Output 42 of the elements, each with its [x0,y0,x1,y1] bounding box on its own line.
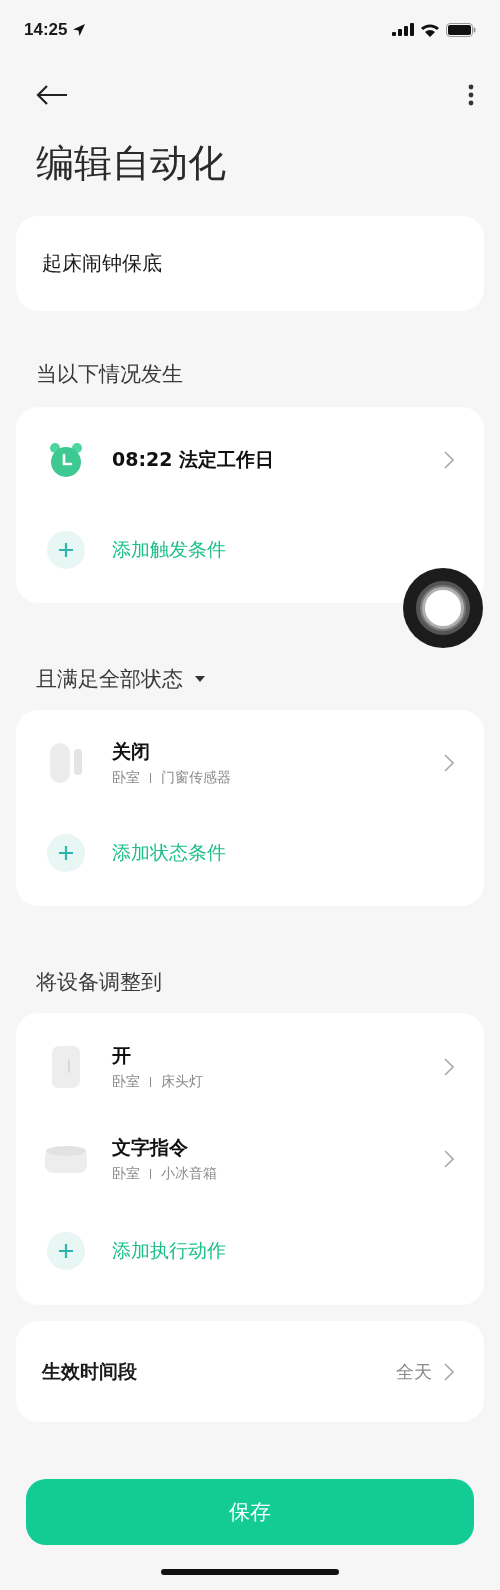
section-heading: 且满足全部状态 [36,666,183,693]
plus-icon [58,542,74,558]
plus-icon [58,845,74,861]
alarm-clock-icon [48,442,84,478]
device-state: 开 [112,1043,132,1068]
status-time: 14:25 [24,20,68,40]
name-field[interactable]: 起床闹钟保底 [16,216,484,311]
plus-icon [58,1243,74,1259]
location-arrow-icon [72,23,87,37]
device-row[interactable]: 关闭 卧室 门窗传感器 [16,718,484,808]
chevron-right-icon [444,451,454,469]
period-value: 全天 [396,1359,432,1384]
more-menu-button[interactable] [468,84,474,106]
trigger-title: 08:22 法定工作日 [112,447,276,472]
back-button[interactable] [36,84,68,106]
lamp-icon [51,1045,81,1089]
device-state: 文字指令 [112,1135,189,1160]
section-heading: 将设备调整到 [36,969,162,996]
chevron-right-icon [444,1150,454,1168]
dropdown-caret-icon[interactable] [195,676,205,682]
section-heading: 当以下情况发生 [36,361,183,388]
trigger-row[interactable]: 08:22 法定工作日 [16,415,484,505]
device-row[interactable]: 文字指令 卧室 小冰音箱 [16,1113,484,1205]
chevron-right-icon [444,1362,454,1381]
chevron-right-icon [444,1058,454,1076]
battery-icon [446,23,476,37]
device-label: 小冰音箱 [161,1165,217,1183]
device-label: 门窗传感器 [161,769,231,787]
wifi-icon [420,23,440,37]
room-label: 卧室 [112,769,140,787]
door-sensor-icon [48,742,84,784]
device-label: 床头灯 [161,1073,203,1091]
device-row[interactable]: 开 卧室 床头灯 [16,1021,484,1113]
period-row[interactable]: 生效时间段 全天 [16,1321,484,1422]
room-label: 卧室 [112,1073,140,1091]
signal-icon [392,23,414,37]
device-state: 关闭 [112,739,151,764]
page-title: 编辑自动化 [35,140,227,187]
speaker-icon [44,1144,88,1174]
period-label: 生效时间段 [42,1358,138,1384]
room-label: 卧室 [112,1165,140,1183]
chevron-right-icon [444,754,454,772]
